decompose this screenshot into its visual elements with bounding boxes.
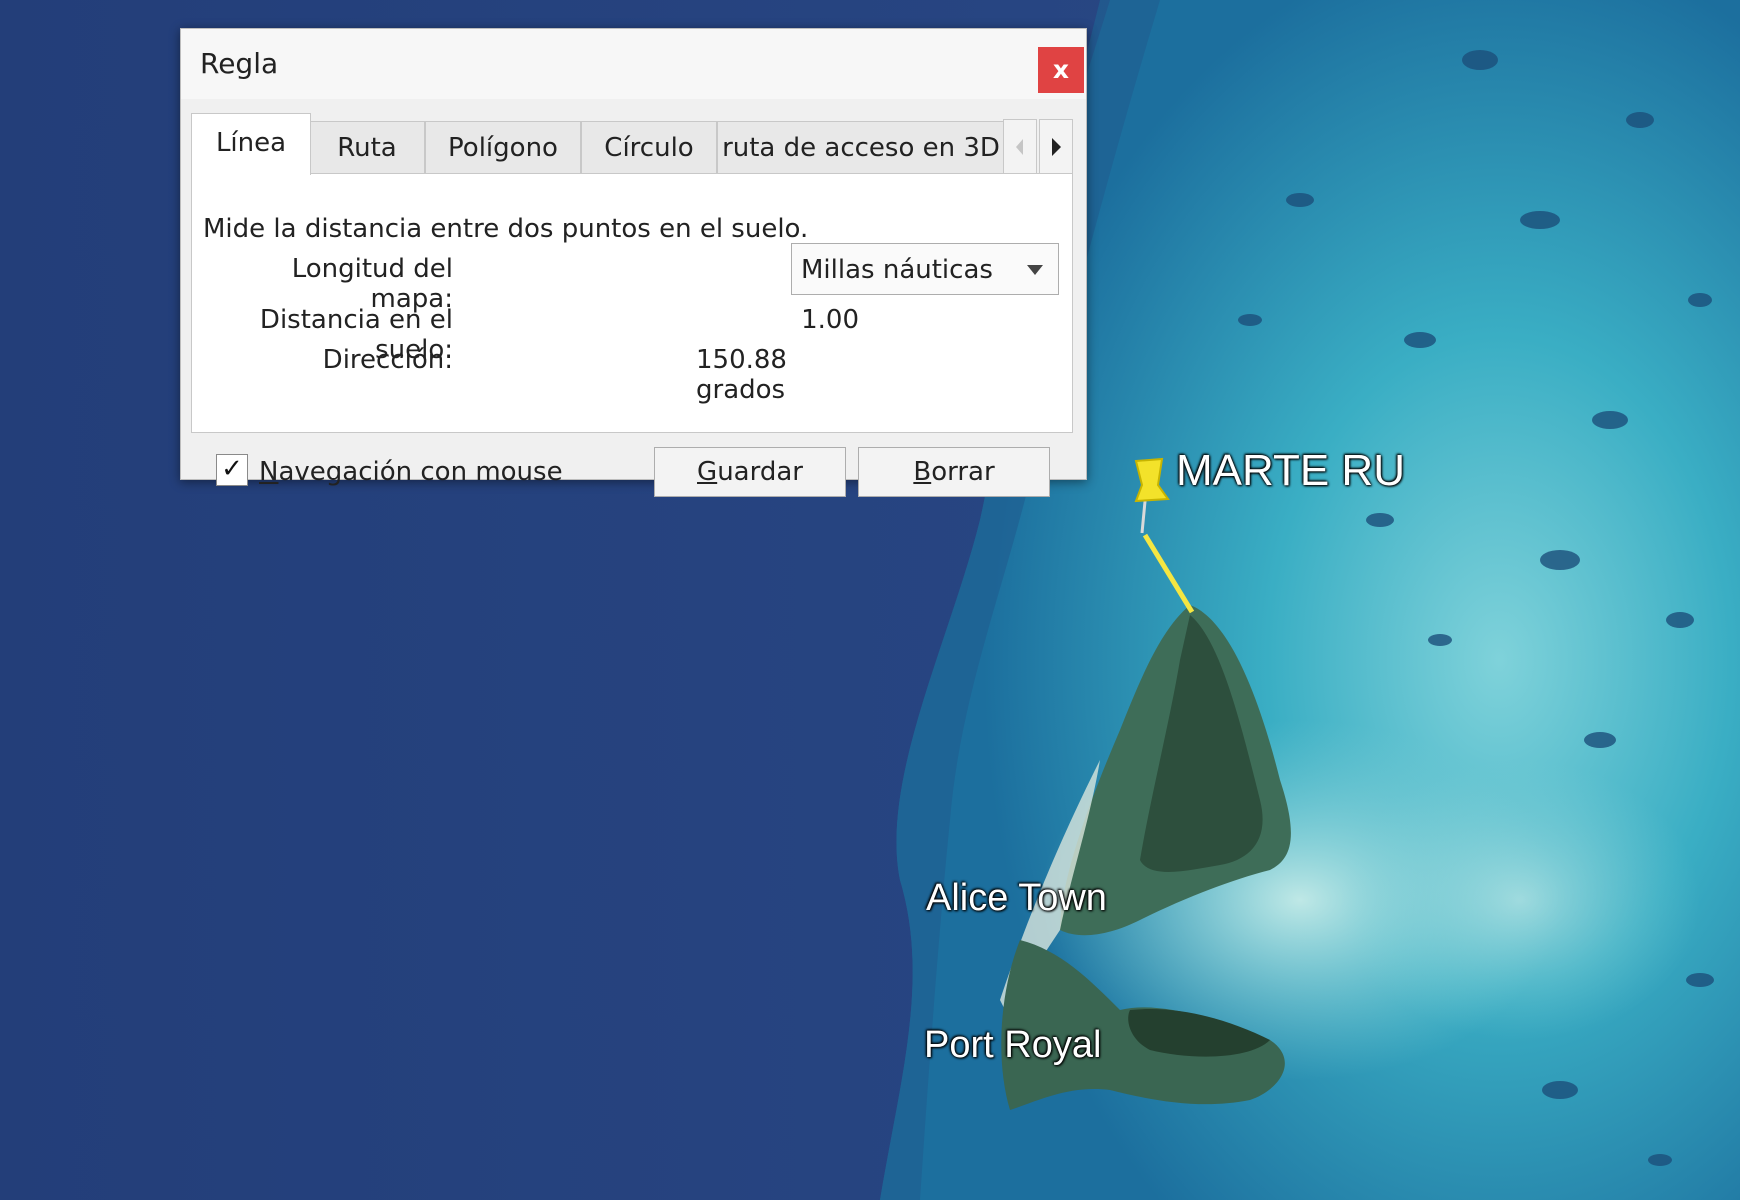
heading-value: 150.88 grados bbox=[696, 345, 787, 405]
title-bar[interactable]: Regla x bbox=[181, 29, 1086, 99]
heading-label: Dirección: bbox=[322, 345, 453, 375]
tab-scroll-left-button[interactable] bbox=[1003, 119, 1037, 175]
mouse-navigation-label-rest: avegación con mouse bbox=[278, 457, 563, 487]
mouse-navigation-mnemonic: N bbox=[259, 457, 279, 487]
caret-down-icon bbox=[1027, 265, 1043, 275]
mouse-navigation-checkbox[interactable]: ✓ bbox=[216, 454, 248, 486]
dialog-title: Regla bbox=[200, 47, 279, 80]
check-icon: ✓ bbox=[221, 454, 243, 484]
save-button[interactable]: Guardar bbox=[654, 447, 846, 497]
ruler-dialog: Regla x Línea Ruta Polígono Círculo ruta… bbox=[180, 28, 1087, 497]
place-label-port-royal: Port Royal bbox=[924, 1024, 1102, 1066]
placemark-label[interactable]: MARTE RU bbox=[1176, 446, 1405, 496]
tab-scroll-right-button[interactable] bbox=[1039, 119, 1073, 175]
tab-description: Mide la distancia entre dos puntos en el… bbox=[203, 214, 809, 244]
arrow-left-icon bbox=[1016, 139, 1023, 155]
mouse-navigation-label[interactable]: Navegación con mouse bbox=[259, 457, 563, 487]
clear-button[interactable]: Borrar bbox=[858, 447, 1050, 497]
clear-label-rest: orrar bbox=[931, 457, 995, 487]
tab-poligono[interactable]: Polígono bbox=[425, 121, 581, 173]
tab-circulo[interactable]: Círculo bbox=[581, 121, 717, 173]
unit-dropdown-value: Millas náuticas bbox=[801, 255, 993, 285]
clear-mnemonic: B bbox=[913, 457, 932, 487]
place-label-alice-town: Alice Town bbox=[926, 877, 1107, 919]
unit-dropdown[interactable]: Millas náuticas bbox=[791, 243, 1059, 295]
close-button[interactable]: x bbox=[1038, 47, 1084, 93]
tab-ruta-3d[interactable]: ruta de acceso en 3D bbox=[717, 121, 1005, 173]
ground-distance-value: 1.00 bbox=[801, 305, 859, 335]
arrow-right-icon bbox=[1052, 138, 1061, 156]
tab-ruta[interactable]: Ruta bbox=[309, 121, 425, 173]
tab-linea[interactable]: Línea bbox=[191, 113, 311, 175]
save-label-rest: uardar bbox=[717, 457, 803, 487]
save-mnemonic: G bbox=[697, 457, 718, 487]
close-icon: x bbox=[1052, 55, 1070, 84]
